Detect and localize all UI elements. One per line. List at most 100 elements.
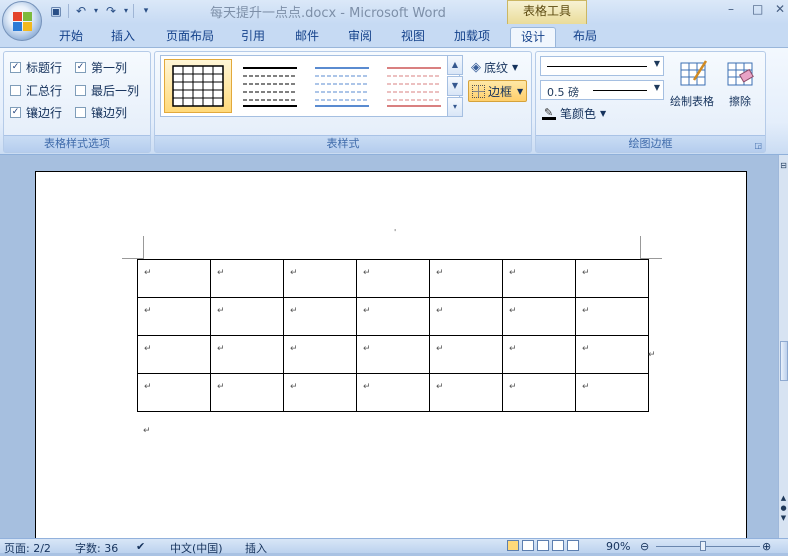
tab-review[interactable]: 审阅 <box>341 27 379 47</box>
office-button[interactable] <box>2 1 42 41</box>
table-cell[interactable]: ↵ <box>429 335 503 374</box>
gallery-down-icon[interactable]: ▼ <box>447 76 463 96</box>
table-cell[interactable]: ↵ <box>575 259 649 298</box>
cell-paragraph-mark: ↵ <box>436 344 444 354</box>
table-cell[interactable]: ↵ <box>283 259 357 298</box>
tab-references[interactable]: 引用 <box>234 27 272 47</box>
web-layout-icon[interactable] <box>537 540 549 551</box>
undo-dropdown-icon[interactable]: ▾ <box>93 3 99 19</box>
table-cell[interactable]: ↵ <box>502 373 576 412</box>
gallery-up-icon[interactable]: ▲ <box>447 55 463 75</box>
draft-icon[interactable] <box>567 540 579 551</box>
table-cell[interactable]: ↵ <box>283 373 357 412</box>
line-weight-dropdown[interactable]: 0.5 磅 ▼ <box>540 80 664 100</box>
table-cell[interactable]: ↵ <box>137 335 211 374</box>
zoom-slider-thumb[interactable] <box>700 541 706 551</box>
dialog-launcher-icon[interactable]: ◲ <box>754 141 762 150</box>
tab-design[interactable]: 设计 <box>510 27 556 48</box>
outline-icon[interactable] <box>552 540 564 551</box>
tab-insert[interactable]: 插入 <box>104 27 142 47</box>
scroll-nav-icons[interactable]: ▲ ● ▼ <box>779 493 788 523</box>
context-tab-title: 表格工具 <box>507 0 587 24</box>
table-cell[interactable]: ↵ <box>210 297 284 336</box>
zoom-in-icon[interactable]: ⊕ <box>762 540 771 553</box>
borders-button[interactable]: 边框 ▼ <box>468 80 528 102</box>
cell-paragraph-mark: ↵ <box>290 306 298 316</box>
table-style-plain[interactable] <box>237 60 303 110</box>
maximize-button[interactable]: □ <box>752 2 763 16</box>
table-cell[interactable]: ↵ <box>429 297 503 336</box>
table-cell[interactable]: ↵ <box>283 297 357 336</box>
table-cell[interactable]: ↵ <box>429 259 503 298</box>
table-cell[interactable]: ↵ <box>356 335 430 374</box>
shading-button[interactable]: ◈ 底纹 ▼ <box>471 58 518 76</box>
page[interactable]: ' ↵ ↵ ↵ ↵ ↵ ↵ ↵ ↵ ↵ ↵ ↵ ↵ ↵ ↵ ↵ ↵ ↵ ↵ ↵ ↵ ↵ ↵ ↵ ↵ ↵ ↵ ↵ ↵ ↵ ↵ <box>35 171 747 551</box>
redo-dropdown-icon[interactable]: ▾ <box>123 3 129 19</box>
insert-mode-status[interactable]: 插入 <box>245 540 267 556</box>
table-style-grid[interactable] <box>164 59 232 113</box>
zoom-out-icon[interactable]: ⊖ <box>640 540 649 553</box>
table-cell[interactable]: ↵ <box>356 373 430 412</box>
page-status[interactable]: 页面: 2/2 <box>4 540 51 556</box>
table-cell[interactable]: ↵ <box>429 373 503 412</box>
vertical-scrollbar[interactable]: ⊟ ▲ ● ▼ <box>778 155 788 538</box>
table-cell[interactable]: ↵ <box>210 259 284 298</box>
zoom-level[interactable]: 90% <box>606 540 630 553</box>
table-cell[interactable]: ↵ <box>575 373 649 412</box>
table-cell[interactable]: ↵ <box>502 335 576 374</box>
word-count[interactable]: 字数: 36 <box>75 540 118 556</box>
header-row-checkbox[interactable]: ✓ 标题行 <box>10 59 62 76</box>
cell-paragraph-mark: ↵ <box>363 382 371 392</box>
tab-view[interactable]: 视图 <box>394 27 432 47</box>
table-cell[interactable]: ↵ <box>575 297 649 336</box>
line-style-dropdown[interactable]: ▼ <box>540 56 664 76</box>
chevron-down-icon: ▼ <box>517 86 524 96</box>
full-screen-icon[interactable] <box>522 540 534 551</box>
pen-color-button[interactable]: ✎ 笔颜色 ▼ <box>542 104 606 122</box>
tab-mailings[interactable]: 邮件 <box>288 27 326 47</box>
redo-icon[interactable]: ↷ <box>103 3 119 19</box>
total-row-checkbox[interactable]: 汇总行 <box>10 82 62 99</box>
checkbox-empty-icon <box>75 85 86 96</box>
language-status[interactable]: 中文(中国) <box>170 540 223 556</box>
table-cell[interactable]: ↵ <box>502 259 576 298</box>
tab-page-layout[interactable]: 页面布局 <box>160 27 220 47</box>
close-button[interactable]: ✕ <box>775 2 785 16</box>
document-table[interactable]: ↵ ↵ ↵ ↵ ↵ ↵ ↵ ↵ ↵ ↵ ↵ ↵ ↵ ↵ ↵ ↵ ↵ ↵ ↵ ↵ ↵ ↵ ↵ ↵ ↵ ↵ ↵ ↵ <box>137 259 649 412</box>
banded-columns-checkbox[interactable]: 镶边列 <box>75 104 127 121</box>
cell-paragraph-mark: ↵ <box>436 268 444 278</box>
print-layout-icon[interactable] <box>507 540 519 551</box>
table-grid-preview-icon <box>172 65 224 107</box>
banded-rows-checkbox[interactable]: ✓ 镶边行 <box>10 104 62 121</box>
first-column-checkbox[interactable]: ✓ 第一列 <box>75 59 127 76</box>
table-cell[interactable]: ↵ <box>137 259 211 298</box>
tab-layout[interactable]: 布局 <box>566 27 604 47</box>
last-column-checkbox[interactable]: 最后一列 <box>75 82 139 99</box>
zoom-slider-track[interactable] <box>656 546 760 547</box>
save-icon[interactable]: ▣ <box>48 3 64 19</box>
table-cell[interactable]: ↵ <box>210 373 284 412</box>
draw-table-button[interactable]: 绘制表格 <box>668 58 716 114</box>
table-cell[interactable]: ↵ <box>502 297 576 336</box>
chevron-down-icon[interactable]: ▾ <box>138 3 154 19</box>
table-cell[interactable]: ↵ <box>137 373 211 412</box>
ruler-toggle-icon[interactable]: ⊟ <box>779 161 788 173</box>
undo-icon[interactable]: ↶ <box>73 3 89 19</box>
proofing-icon[interactable]: ✔ <box>136 540 145 553</box>
scroll-thumb[interactable] <box>780 341 788 381</box>
gallery-more-icon[interactable]: ▾ <box>447 97 463 117</box>
minimize-button[interactable]: – <box>728 2 734 16</box>
table-style-blue[interactable] <box>309 60 375 110</box>
table-cell[interactable]: ↵ <box>356 297 430 336</box>
table-cell[interactable]: ↵ <box>575 335 649 374</box>
eraser-button[interactable]: 擦除 <box>720 58 760 114</box>
shading-label: 底纹 <box>484 60 509 75</box>
table-cell[interactable]: ↵ <box>210 335 284 374</box>
table-cell[interactable]: ↵ <box>356 259 430 298</box>
table-style-red[interactable] <box>381 60 447 110</box>
table-cell[interactable]: ↵ <box>283 335 357 374</box>
cell-paragraph-mark: ↵ <box>582 306 590 316</box>
tab-home[interactable]: 开始 <box>52 27 90 47</box>
tab-addins[interactable]: 加载项 <box>446 27 498 47</box>
table-cell[interactable]: ↵ <box>137 297 211 336</box>
